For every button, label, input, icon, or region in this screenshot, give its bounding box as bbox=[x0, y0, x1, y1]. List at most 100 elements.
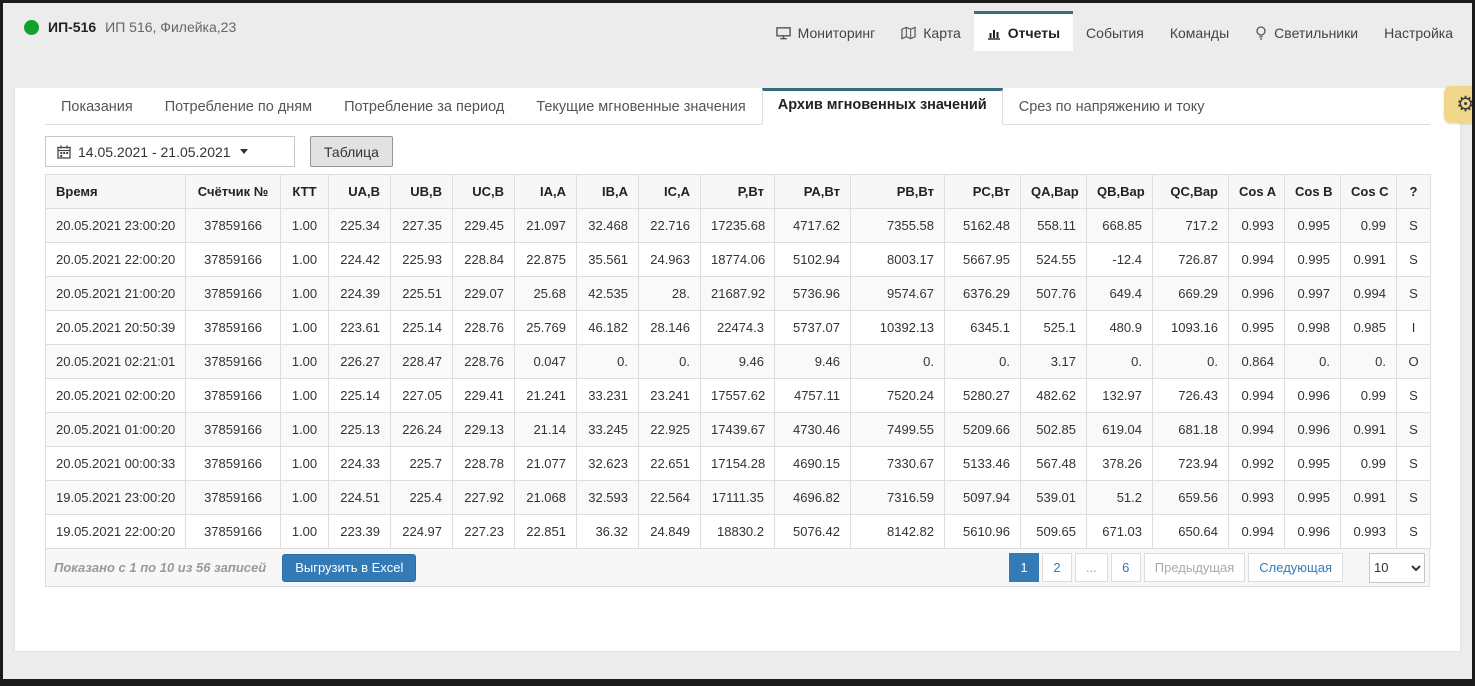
table-cell: I bbox=[1397, 311, 1431, 345]
table-cell: 20.05.2021 02:21:01 bbox=[46, 345, 186, 379]
table-cell: 0.995 bbox=[1229, 311, 1285, 345]
table-cell: 668.85 bbox=[1087, 209, 1153, 243]
tab-instant-values-archive[interactable]: Архив мгновенных значений bbox=[762, 88, 1003, 125]
table-cell: 7316.59 bbox=[851, 481, 945, 515]
table-cell: 649.4 bbox=[1087, 277, 1153, 311]
table-cell: 21687.92 bbox=[701, 277, 775, 311]
table-cell: 1.00 bbox=[281, 345, 329, 379]
column-header: UC,B bbox=[453, 175, 515, 209]
table-cell: 0.996 bbox=[1285, 515, 1341, 549]
table-cell: 37859166 bbox=[186, 311, 281, 345]
table-cell: 0.99 bbox=[1341, 209, 1397, 243]
table-cell: 0.995 bbox=[1285, 209, 1341, 243]
table-cell: 0.992 bbox=[1229, 447, 1285, 481]
table-cell: 671.03 bbox=[1087, 515, 1153, 549]
table-cell: S bbox=[1397, 447, 1431, 481]
table-cell: 21.077 bbox=[515, 447, 577, 481]
next-page-button[interactable]: Следующая bbox=[1248, 553, 1343, 582]
column-header: Время bbox=[46, 175, 186, 209]
nav-monitoring[interactable]: Мониторинг bbox=[763, 11, 889, 51]
table-row: 20.05.2021 02:00:20378591661.00225.14227… bbox=[46, 379, 1431, 413]
tab-readings[interactable]: Показания bbox=[45, 88, 149, 125]
map-icon bbox=[901, 26, 916, 40]
table-cell: 28.146 bbox=[639, 311, 701, 345]
page-button-1[interactable]: 1 bbox=[1009, 553, 1039, 582]
content-card: Показания Потребление по дням Потреблени… bbox=[14, 88, 1461, 652]
table-cell: O bbox=[1397, 345, 1431, 379]
table-cell: 0.994 bbox=[1229, 379, 1285, 413]
table-cell: 1.00 bbox=[281, 277, 329, 311]
nav-reports[interactable]: Отчеты bbox=[974, 11, 1073, 51]
table-cell: 0.995 bbox=[1285, 447, 1341, 481]
date-range-value: 14.05.2021 - 21.05.2021 bbox=[78, 144, 231, 160]
table-cell: 567.48 bbox=[1021, 447, 1087, 481]
column-header: PB,Вт bbox=[851, 175, 945, 209]
table-header-row: ВремяСчётчик №КТТUA,BUB,BUC,BIA,AIB,AIC,… bbox=[46, 175, 1431, 209]
table-cell: 20.05.2021 21:00:20 bbox=[46, 277, 186, 311]
page-ellipsis[interactable]: ... bbox=[1075, 553, 1108, 582]
table-cell: 225.4 bbox=[391, 481, 453, 515]
table-cell: 507.76 bbox=[1021, 277, 1087, 311]
table-cell: 0. bbox=[577, 345, 639, 379]
table-cell: 224.97 bbox=[391, 515, 453, 549]
table-cell: 22.564 bbox=[639, 481, 701, 515]
tab-current-instant-values[interactable]: Текущие мгновенные значения bbox=[520, 88, 761, 125]
table-cell: 0. bbox=[639, 345, 701, 379]
table-cell: 229.45 bbox=[453, 209, 515, 243]
date-range-picker[interactable]: 14.05.2021 - 21.05.2021 bbox=[45, 136, 295, 167]
settings-flap-button[interactable]: ⚙ bbox=[1444, 86, 1472, 123]
table-view-button[interactable]: Таблица bbox=[310, 136, 393, 167]
page-size-select[interactable]: 10 bbox=[1369, 553, 1425, 583]
table-cell: 0. bbox=[1087, 345, 1153, 379]
tab-period-consumption[interactable]: Потребление за период bbox=[328, 88, 520, 125]
table-cell: 32.623 bbox=[577, 447, 639, 481]
nav-label: Мониторинг bbox=[798, 25, 876, 41]
table-cell: 227.35 bbox=[391, 209, 453, 243]
table-cell: 17111.35 bbox=[701, 481, 775, 515]
nav-label: Команды bbox=[1170, 25, 1229, 41]
table-body: 20.05.2021 23:00:20378591661.00225.34227… bbox=[46, 209, 1431, 549]
table-cell: 5133.46 bbox=[945, 447, 1021, 481]
nav-commands[interactable]: Команды bbox=[1157, 11, 1242, 51]
table-cell: S bbox=[1397, 243, 1431, 277]
nav-settings[interactable]: Настройка bbox=[1371, 11, 1466, 51]
table-cell: 228.76 bbox=[453, 345, 515, 379]
table-cell: 37859166 bbox=[186, 481, 281, 515]
gear-icon: ⚙ bbox=[1456, 94, 1475, 115]
column-header: ? bbox=[1397, 175, 1431, 209]
table-cell: 20.05.2021 23:00:20 bbox=[46, 209, 186, 243]
table-cell: 659.56 bbox=[1153, 481, 1229, 515]
tab-voltage-current-slice[interactable]: Срез по напряжению и току bbox=[1003, 88, 1221, 125]
toolbar: 14.05.2021 - 21.05.2021 Таблица bbox=[45, 136, 1430, 167]
table-cell: 0.993 bbox=[1229, 481, 1285, 515]
page-button-6[interactable]: 6 bbox=[1111, 553, 1141, 582]
table-cell: 0.991 bbox=[1341, 481, 1397, 515]
page-button-2[interactable]: 2 bbox=[1042, 553, 1072, 582]
table-cell: 20.05.2021 20:50:39 bbox=[46, 311, 186, 345]
nav-map[interactable]: Карта bbox=[888, 11, 973, 51]
table-cell: 21.14 bbox=[515, 413, 577, 447]
column-header: QB,Вар bbox=[1087, 175, 1153, 209]
export-excel-button[interactable]: Выгрузить в Excel bbox=[282, 554, 416, 582]
prev-page-button[interactable]: Предыдущая bbox=[1144, 553, 1246, 582]
bulb-icon bbox=[1255, 26, 1267, 40]
table-cell: 525.1 bbox=[1021, 311, 1087, 345]
table-cell: 5737.07 bbox=[775, 311, 851, 345]
table-cell: 0.998 bbox=[1285, 311, 1341, 345]
nav-lights[interactable]: Светильники bbox=[1242, 11, 1371, 51]
calendar-icon bbox=[57, 145, 71, 159]
table-cell: 227.23 bbox=[453, 515, 515, 549]
table-cell: 225.93 bbox=[391, 243, 453, 277]
column-header: PA,Вт bbox=[775, 175, 851, 209]
table-cell: 35.561 bbox=[577, 243, 639, 277]
nav-events[interactable]: События bbox=[1073, 11, 1157, 51]
table-footer: Показано с 1 по 10 из 56 записей Выгрузи… bbox=[45, 549, 1430, 587]
table-cell: 1.00 bbox=[281, 379, 329, 413]
column-header: P,Вт bbox=[701, 175, 775, 209]
table-cell: 0.994 bbox=[1229, 413, 1285, 447]
table-cell: 7499.55 bbox=[851, 413, 945, 447]
top-nav: Мониторинг Карта Отчеты События Команды … bbox=[763, 3, 1466, 51]
tab-daily-consumption[interactable]: Потребление по дням bbox=[149, 88, 328, 125]
table-cell: 5097.94 bbox=[945, 481, 1021, 515]
table-cell: 0.991 bbox=[1341, 243, 1397, 277]
